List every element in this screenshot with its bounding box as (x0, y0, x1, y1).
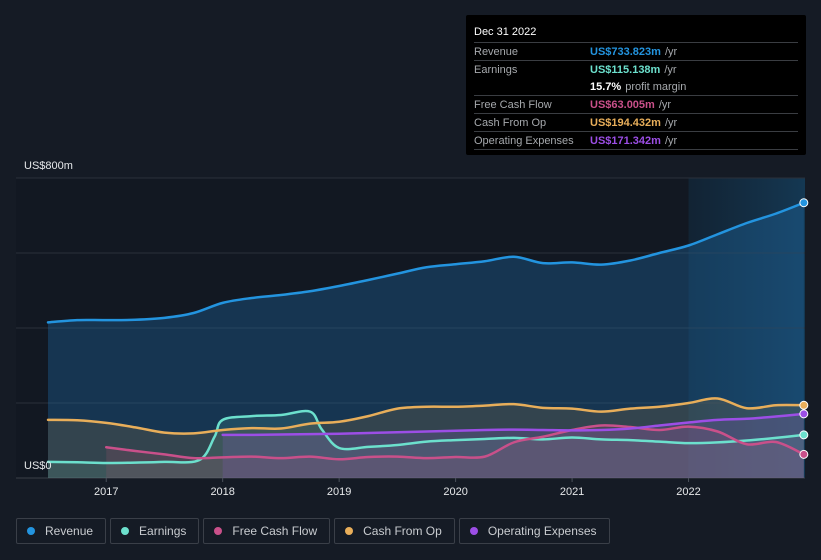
earnings-end-point[interactable] (799, 430, 809, 440)
profit-margin-label: profit margin (625, 81, 687, 93)
legend-label: Operating Expenses (487, 524, 597, 538)
legend-label: Revenue (45, 524, 94, 538)
legend-item-free-cash-flow[interactable]: Free Cash Flow (203, 518, 331, 544)
tooltip-row-revenue: Revenue US$733.823m /yr (474, 43, 798, 61)
tooltip-label: Revenue (474, 46, 519, 58)
tooltip-value: US$115.138m (590, 64, 661, 76)
operating-expenses-end-point[interactable] (799, 409, 809, 419)
tooltip-unit: /yr (664, 135, 678, 147)
tooltip-label: Earnings (474, 64, 518, 76)
tooltip-label (474, 79, 590, 95)
legend-item-cash-from-op[interactable]: Cash From Op (334, 518, 455, 544)
revenue-dot-icon (27, 527, 35, 535)
tooltip-label: Free Cash Flow (474, 99, 552, 111)
tooltip-unit: /yr (664, 46, 678, 58)
cash-from-op-dot-icon (345, 527, 354, 535)
tooltip-value: US$194.432m (590, 117, 661, 129)
free-cash-flow-dot-icon (214, 527, 223, 535)
legend-item-revenue[interactable]: Revenue (16, 518, 107, 544)
revenue-end-point[interactable] (799, 198, 809, 208)
free-cash-flow-end-point[interactable] (799, 449, 809, 459)
tooltip-row-free-cash-flow: Free Cash Flow US$63.005m /yr (474, 96, 798, 114)
x-tick-label: 2021 (560, 486, 584, 498)
y-axis-label-min: US$0 (24, 460, 52, 472)
profit-margin-value: 15.7% (590, 81, 622, 93)
tooltip-label: Operating Expenses (474, 135, 574, 147)
x-tick-label: 2020 (443, 486, 467, 498)
legend-item-operating-expenses[interactable]: Operating Expenses (458, 518, 610, 544)
tooltip-date: Dec 31 2022 (474, 24, 798, 43)
operating-expenses-dot-icon (469, 527, 478, 535)
tooltip-row-earnings: Earnings US$115.138m /yr (474, 61, 798, 78)
tooltip-unit: /yr (664, 117, 678, 129)
tooltip-value: US$63.005m (590, 99, 655, 111)
tooltip-unit: /yr (658, 99, 672, 111)
x-tick-label: 2018 (210, 486, 234, 498)
tooltip-value: US$733.823m (590, 46, 661, 58)
earnings-dot-icon (121, 527, 130, 535)
legend-label: Cash From Op (363, 524, 442, 538)
x-tick-label: 2017 (94, 486, 118, 498)
legend-item-earnings[interactable]: Earnings (110, 518, 200, 544)
legend: Revenue Earnings Free Cash Flow Cash Fro… (16, 518, 610, 544)
tooltip-row-operating-expenses: Operating Expenses US$171.342m /yr (474, 132, 798, 150)
legend-label: Free Cash Flow (232, 524, 318, 538)
y-axis-label-max: US$800m (24, 160, 73, 172)
cash-from-op-end-point[interactable] (799, 400, 809, 410)
tooltip-row-profit-margin: 15.7% profit margin (474, 78, 798, 96)
tooltip: Dec 31 2022 Revenue US$733.823m /yr Earn… (466, 15, 806, 155)
tooltip-value: US$171.342m (590, 135, 661, 147)
tooltip-label: Cash From Op (474, 117, 547, 129)
legend-label: Earnings (139, 524, 187, 538)
x-tick-label: 2022 (676, 486, 700, 498)
x-tick-label: 2019 (327, 486, 351, 498)
tooltip-unit: /yr (664, 64, 677, 76)
tooltip-row-cash-from-op: Cash From Op US$194.432m /yr (474, 114, 798, 132)
